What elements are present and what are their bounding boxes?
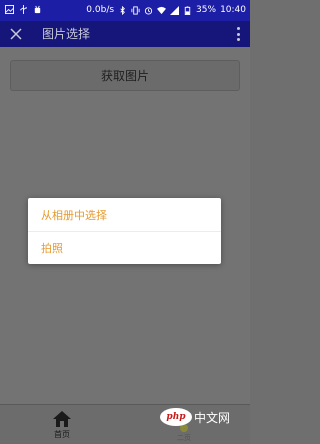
tab-second[interactable]: 二页 — [172, 423, 196, 444]
choose-from-album-option[interactable]: 从相册中选择 — [28, 198, 221, 231]
take-photo-option[interactable]: 拍照 — [28, 231, 221, 264]
more-dot — [236, 27, 240, 30]
watermark-text: 中文网 — [194, 410, 231, 425]
wifi-icon — [157, 6, 167, 14]
more-dot — [236, 38, 240, 41]
image-notification-icon — [5, 5, 14, 14]
status-bar: 0.0b/s 35% 10:40 — [0, 0, 250, 21]
net-speed: 0.0b/s — [86, 5, 115, 15]
tab-home-label: 首页 — [54, 430, 70, 439]
get-image-button[interactable]: 获取图片 — [10, 60, 240, 91]
tab-home[interactable]: 首页 — [47, 411, 77, 443]
status-right-icons: 0.0b/s 35% 10:40 — [86, 4, 246, 16]
status-left-icons — [5, 5, 42, 14]
php-logo: php — [160, 408, 192, 426]
close-icon[interactable] — [9, 27, 23, 41]
alarm-icon — [144, 6, 153, 15]
clock: 10:40 — [220, 5, 246, 15]
watermark: php 中文网 — [160, 408, 230, 426]
app-bar: 图片选择 — [0, 21, 250, 47]
bluetooth-icon — [120, 5, 125, 15]
page-title: 图片选择 — [42, 27, 91, 41]
tab-second-label: 二页 — [177, 434, 191, 442]
usb-icon — [20, 5, 27, 14]
battery-percent: 35% — [196, 5, 217, 15]
image-source-dialog: 从相册中选择 拍照 — [28, 198, 221, 264]
more-dot — [236, 32, 240, 36]
vibrate-icon — [131, 5, 140, 15]
android-debug-icon — [34, 5, 41, 14]
more-options-icon[interactable] — [236, 27, 240, 41]
home-icon — [53, 411, 71, 427]
signal-icon — [170, 5, 180, 15]
battery-icon — [184, 5, 191, 15]
